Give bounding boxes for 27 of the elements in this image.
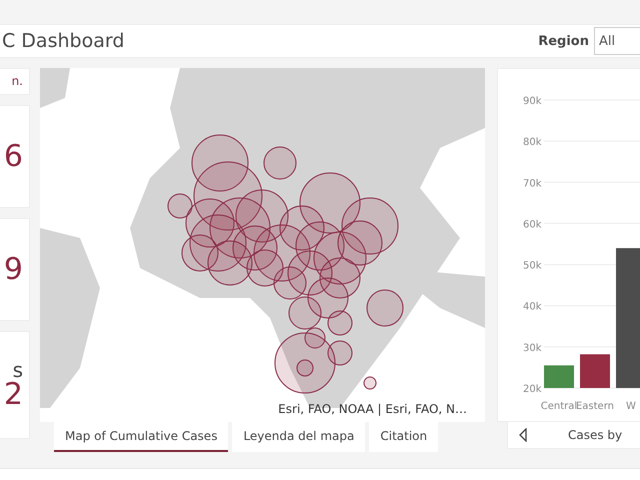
axis-tick-label: 20k [523,384,542,395]
bar [580,354,610,388]
axis-tick-label: 50k [523,260,542,272]
region-label: Region [538,34,589,48]
category-label: Central [540,401,578,412]
map-tab[interactable]: Citation [369,422,438,452]
dashboard-title: C Dashboard [2,30,124,52]
map-attribution: Esri, FAO, NOAA | Esri, FAO, N… [278,402,467,416]
axis-tick-label: 80k [523,137,542,148]
stat-label: s [12,360,23,380]
stat-value: 2 [4,380,23,410]
axis-tick-label: 60k [523,219,542,230]
stat-value: 9 [4,254,23,284]
region-select[interactable]: All [594,27,640,55]
card-note: n. [12,74,23,88]
axis-tick-label: 30k [523,342,542,354]
stat-value: 6 [4,142,23,172]
map-tab[interactable]: Map of Cumulative Cases [54,422,228,452]
category-label: W [626,401,636,412]
category-label: Eastern [576,401,614,412]
chart-title: Cases by [568,428,622,442]
axis-tick-label: 70k [523,178,542,190]
bar [544,365,574,388]
previous-icon[interactable] [518,428,528,442]
axis-tick-label: 40k [523,302,542,313]
axis-tick-label: 90k [523,96,542,107]
map-tab[interactable]: Leyenda del mapa [232,422,366,452]
